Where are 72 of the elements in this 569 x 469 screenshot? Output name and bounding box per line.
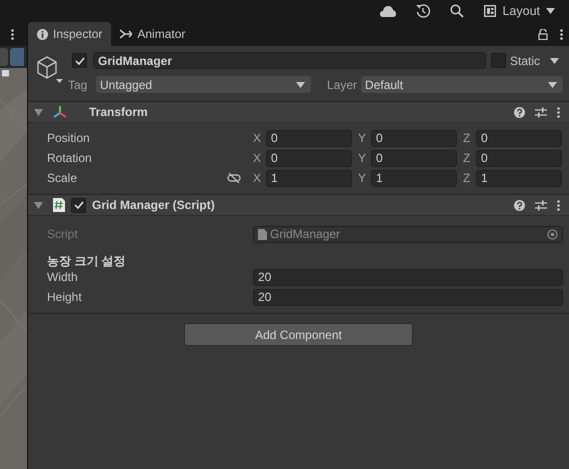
search-icon[interactable] bbox=[450, 4, 464, 18]
more-icon[interactable] bbox=[557, 200, 560, 210]
axis-label: Y bbox=[358, 171, 368, 185]
axis-label: X bbox=[253, 151, 262, 165]
tag-dropdown[interactable]: Untagged bbox=[96, 76, 311, 93]
more-icon[interactable] bbox=[11, 28, 14, 40]
file-icon bbox=[258, 228, 267, 240]
static-checkbox[interactable] bbox=[490, 53, 506, 68]
component-title: Transform bbox=[89, 105, 148, 119]
axis-label: X bbox=[253, 131, 262, 145]
number-field[interactable]: 1 bbox=[371, 170, 457, 186]
number-field[interactable]: 0 bbox=[476, 130, 562, 146]
layer-label: Layer bbox=[327, 78, 358, 92]
number-field[interactable]: 20 bbox=[253, 288, 563, 306]
target-icon[interactable] bbox=[547, 228, 558, 240]
number-field[interactable]: 20 bbox=[253, 268, 563, 286]
lock-icon[interactable] bbox=[538, 29, 548, 40]
section-header: 농장 크기 설정 bbox=[47, 253, 127, 267]
axes-icon bbox=[53, 105, 67, 119]
panel-tab[interactable]: Animator bbox=[111, 22, 194, 46]
static-label: Static bbox=[510, 54, 540, 68]
check-icon bbox=[74, 201, 84, 209]
active-checkbox[interactable] bbox=[72, 53, 87, 68]
property-label: Height bbox=[47, 290, 83, 304]
layer-dropdown[interactable]: Default bbox=[361, 76, 563, 93]
cloud-icon[interactable] bbox=[380, 5, 396, 17]
layout-icon bbox=[484, 5, 496, 17]
help-icon[interactable] bbox=[514, 200, 525, 210]
caret-icon bbox=[548, 82, 557, 88]
history-icon[interactable] bbox=[416, 4, 430, 18]
add-component-button[interactable]: Add Component bbox=[184, 323, 413, 346]
enabled-checkbox[interactable] bbox=[71, 198, 86, 212]
script-file-icon bbox=[53, 198, 65, 212]
number-field[interactable]: 0 bbox=[476, 150, 562, 166]
unlinked-icon[interactable] bbox=[227, 173, 241, 183]
axis-label: Z bbox=[463, 131, 472, 145]
expand-arrow-icon[interactable] bbox=[34, 108, 43, 116]
caret-icon bbox=[296, 82, 305, 88]
property-label: Width bbox=[47, 270, 79, 284]
number-field[interactable]: 0 bbox=[266, 150, 352, 166]
axis-label: Y bbox=[358, 151, 368, 165]
expand-arrow-icon[interactable] bbox=[34, 201, 43, 209]
more-icon[interactable] bbox=[560, 29, 563, 40]
property-label: Position bbox=[47, 131, 91, 145]
panel-tab[interactable]: Inspector bbox=[28, 22, 112, 46]
help-icon[interactable] bbox=[514, 106, 525, 118]
axis-label: Z bbox=[463, 151, 472, 165]
number-field[interactable]: 0 bbox=[371, 130, 457, 146]
tag-label: Tag bbox=[68, 78, 88, 92]
info-icon bbox=[37, 28, 48, 40]
branch-icon bbox=[120, 29, 132, 39]
name-field[interactable]: GridManager bbox=[93, 52, 486, 69]
axis-label: Y bbox=[358, 131, 368, 145]
sliders-icon[interactable] bbox=[535, 106, 547, 118]
number-field[interactable]: 1 bbox=[476, 170, 562, 186]
number-field[interactable]: 0 bbox=[266, 130, 352, 146]
toolbar-toggle[interactable] bbox=[10, 48, 24, 66]
property-label: Scale bbox=[47, 171, 78, 185]
caret-icon bbox=[546, 8, 555, 14]
check-icon bbox=[74, 56, 84, 64]
property-label: Script bbox=[47, 227, 79, 241]
more-icon[interactable] bbox=[557, 106, 560, 118]
axis-label: Z bbox=[463, 171, 472, 185]
caret-icon[interactable] bbox=[550, 58, 559, 64]
number-field[interactable]: 0 bbox=[371, 150, 457, 166]
property-label: Rotation bbox=[47, 151, 93, 165]
component-title: Grid Manager (Script) bbox=[92, 198, 215, 212]
sliders-icon[interactable] bbox=[535, 200, 547, 210]
layout-dropdown[interactable]: Layout bbox=[484, 4, 555, 18]
script-field: GridManager bbox=[253, 226, 563, 242]
number-field[interactable]: 1 bbox=[266, 170, 352, 186]
axis-label: X bbox=[253, 171, 262, 185]
